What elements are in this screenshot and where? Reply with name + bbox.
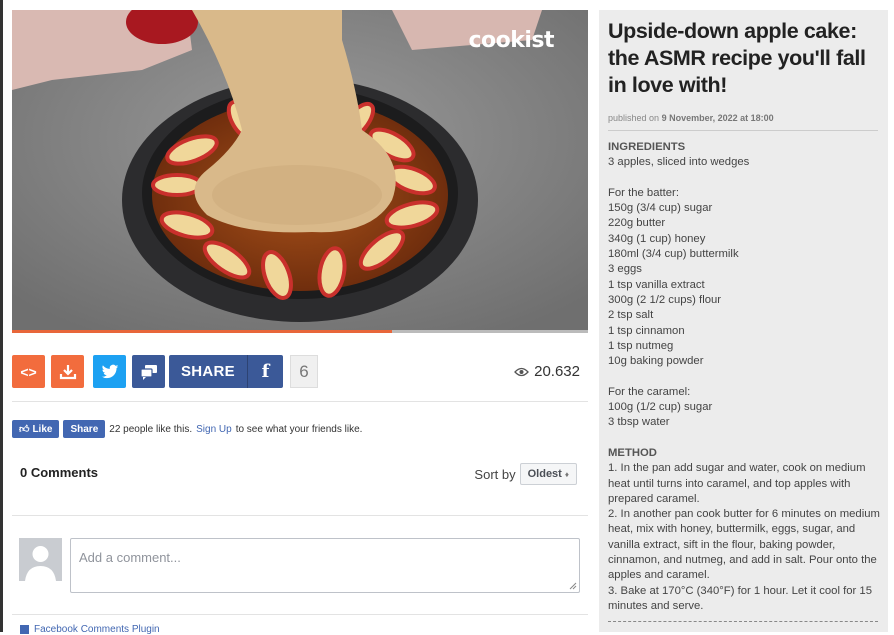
share-label: SHARE bbox=[180, 363, 235, 380]
ingredient-line: 300g (2 1/2 cups) flour bbox=[608, 293, 722, 306]
divider bbox=[12, 515, 588, 516]
cookist-logo: cookist bbox=[468, 28, 554, 53]
divider bbox=[608, 130, 878, 131]
sort-label: Sort by bbox=[474, 466, 516, 482]
sort-arrows-icon: ♦ bbox=[564, 470, 569, 479]
video-progress-bar[interactable] bbox=[12, 330, 588, 333]
signup-suffix: to see what your friends like. bbox=[235, 423, 363, 435]
ingredient-line: 100g (1/2 cup) sugar bbox=[608, 401, 713, 414]
download-button[interactable] bbox=[51, 355, 84, 388]
likes-text: 22 people like this. bbox=[109, 423, 193, 435]
ingredient-line: 340g (1 cup) honey bbox=[608, 232, 706, 245]
twitter-icon bbox=[101, 364, 118, 378]
ingredient-line: 180ml (3/4 cup) buttermilk bbox=[608, 248, 739, 261]
ingredient-line: 220g butter bbox=[608, 217, 666, 230]
user-silhouette-icon bbox=[25, 546, 56, 581]
method-heading: METHOD bbox=[608, 446, 657, 459]
ingredient-line: 1 tsp nutmeg bbox=[608, 339, 674, 352]
recipe-text: INGREDIENTS 3 apples, sliced into wedges… bbox=[608, 140, 883, 614]
ingredient-line: 3 apples, sliced into wedges bbox=[608, 156, 750, 169]
chat-icon bbox=[139, 364, 157, 380]
video-progress-fill bbox=[12, 330, 393, 333]
ingredient-line: 1 tsp cinnamon bbox=[608, 324, 685, 337]
views-count: 20.632 bbox=[534, 363, 580, 380]
article-title: Upside-down apple cake: the ASMR recipe … bbox=[608, 19, 866, 97]
share-toolbar: <> SHARE f 6 20.632 bbox=[12, 355, 588, 388]
comment-input[interactable]: Add a comment... bbox=[70, 538, 580, 593]
recipe-sidebar: Upside-down apple cake: the ASMR recipe … bbox=[599, 10, 888, 632]
video-frame-image bbox=[12, 10, 588, 332]
method-step: 3. Bake at 170°C (340°F) for 1 hour. Let… bbox=[608, 584, 872, 612]
facebook-icon: f bbox=[261, 361, 270, 382]
main-column: cookist <> SHARE f 6 20.632 👍︎ Like Shar… bbox=[0, 0, 596, 635]
signup-link[interactable]: Sign Up bbox=[196, 424, 232, 435]
comment-placeholder: Add a comment... bbox=[79, 550, 181, 565]
video-player[interactable]: cookist bbox=[12, 10, 588, 332]
facebook-like-button[interactable]: 👍︎ Like bbox=[12, 420, 60, 438]
ingredient-line: 10g baking powder bbox=[608, 355, 704, 368]
divider bbox=[12, 614, 588, 615]
comments-plugin-footer: Facebook Comments Plugin bbox=[20, 624, 160, 635]
view-counter: 20.632 bbox=[514, 355, 580, 388]
twitter-share-button[interactable] bbox=[93, 355, 126, 388]
ingredients-heading: INGREDIENTS bbox=[608, 141, 686, 153]
method-step: 1. In the pan add sugar and water, cook … bbox=[608, 462, 866, 505]
avatar bbox=[19, 538, 62, 581]
facebook-like-bar: 👍︎ Like Share 22 people like this. Sign … bbox=[12, 420, 362, 438]
fb-share-label: Share bbox=[70, 423, 99, 435]
download-icon bbox=[59, 364, 76, 379]
eye-icon bbox=[514, 367, 529, 376]
published-prefix: published on bbox=[608, 113, 660, 123]
ingredient-line: 150g (3/4 cup) sugar bbox=[608, 202, 713, 215]
sort-control: Sort by Oldest ♦ bbox=[474, 463, 577, 485]
embed-button[interactable]: <> bbox=[12, 355, 45, 388]
published-line: published on 9 November, 2022 at 18:00 bbox=[608, 113, 774, 123]
ingredient-line: 3 tbsp water bbox=[608, 416, 670, 429]
like-label: Like bbox=[32, 423, 53, 435]
sort-select[interactable]: Oldest ♦ bbox=[519, 463, 577, 485]
facebook-share-small-button[interactable]: Share bbox=[63, 420, 106, 438]
thumbs-up-icon: 👍︎ bbox=[19, 424, 30, 435]
published-date: 9 November, 2022 at 18:00 bbox=[661, 113, 774, 123]
dashed-divider bbox=[608, 621, 878, 622]
divider bbox=[12, 401, 588, 402]
batter-heading: For the batter: bbox=[608, 186, 679, 199]
sort-value: Oldest bbox=[527, 468, 562, 480]
ingredient-line: 2 tsp salt bbox=[608, 309, 654, 322]
method-step: 2. In another pan cook butter for 6 minu… bbox=[608, 508, 880, 582]
code-icon: <> bbox=[20, 363, 37, 380]
facebook-small-icon bbox=[20, 625, 29, 634]
left-edge-bar bbox=[0, 0, 3, 632]
plugin-label[interactable]: Facebook Comments Plugin bbox=[34, 624, 160, 635]
comments-button[interactable] bbox=[132, 355, 165, 388]
comments-count: 0 Comments bbox=[20, 465, 99, 480]
share-count: 6 bbox=[290, 355, 318, 388]
ingredient-line: 3 eggs bbox=[608, 263, 642, 276]
facebook-share-button[interactable]: SHARE f bbox=[169, 355, 283, 388]
resize-handle-icon[interactable] bbox=[569, 582, 577, 590]
ingredient-line: 1 tsp vanilla extract bbox=[608, 278, 705, 291]
caramel-heading: For the caramel: bbox=[608, 385, 691, 398]
